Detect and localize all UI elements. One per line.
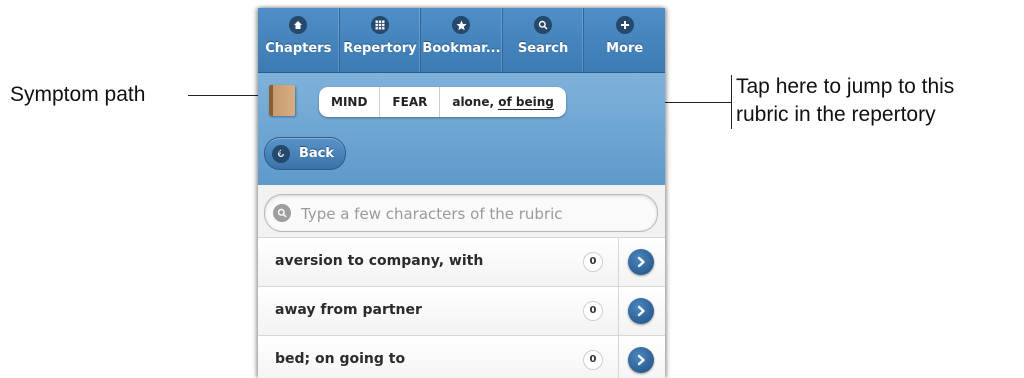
rubric-header: MIND FEAR alone, of being Back — [258, 73, 665, 185]
list-item[interactable]: aversion to company, with 0 — [258, 237, 665, 286]
nav-bookmarks[interactable]: Bookmar... — [421, 8, 503, 72]
breadcrumb-segment-fear[interactable]: FEAR — [380, 87, 441, 117]
nav-chapters-label: Chapters — [265, 41, 332, 56]
breadcrumb-current-link[interactable]: of being — [498, 95, 554, 110]
chevron-right-icon[interactable] — [628, 298, 654, 324]
nav-bar: Chapters Repertory Bookmar... Search Mor… — [258, 8, 665, 73]
nav-more[interactable]: More — [584, 8, 665, 72]
nav-repertory-label: Repertory — [343, 41, 417, 56]
count-badge: 0 — [583, 350, 603, 370]
chevron-right-icon[interactable] — [628, 249, 654, 275]
breadcrumb-segment-current[interactable]: alone, of being — [440, 87, 566, 117]
breadcrumb-segment-mind[interactable]: MIND — [319, 87, 381, 117]
star-icon — [452, 16, 471, 34]
search-icon — [534, 16, 553, 34]
chapters-icon — [289, 16, 308, 34]
row-arrow-cell[interactable] — [618, 336, 665, 378]
back-arrow-icon — [272, 144, 290, 163]
search-box[interactable] — [264, 194, 658, 232]
book-icon — [269, 85, 295, 116]
row-arrow-cell[interactable] — [618, 238, 665, 286]
back-button[interactable]: Back — [264, 137, 346, 170]
row-arrow-cell[interactable] — [618, 287, 665, 335]
nav-chapters[interactable]: Chapters — [258, 8, 340, 72]
breadcrumb-current-prefix: alone, — [452, 95, 499, 109]
plus-icon — [615, 16, 634, 34]
back-button-label: Back — [299, 146, 335, 161]
nav-bookmarks-label: Bookmar... — [422, 41, 501, 56]
nav-repertory[interactable]: Repertory — [340, 8, 422, 72]
nav-more-label: More — [606, 41, 644, 56]
rubric-label: bed; on going to — [275, 351, 406, 367]
chevron-right-icon[interactable] — [628, 347, 654, 373]
nav-search-label: Search — [517, 41, 569, 56]
rubric-label: aversion to company, with — [275, 253, 484, 269]
search-band — [258, 185, 665, 237]
count-badge: 0 — [583, 252, 603, 272]
symptom-path-callout: Symptom path — [10, 83, 146, 106]
phone-screen: Chapters Repertory Bookmar... Search Mor… — [258, 8, 665, 378]
search-field-icon — [273, 204, 291, 222]
rubric-callout-line2: rubric in the repertory — [736, 103, 936, 126]
rubric-callout-line1: Tap here to jump to this — [736, 75, 955, 98]
breadcrumb[interactable]: MIND FEAR alone, of being — [319, 87, 566, 117]
rubric-list: aversion to company, with 0 away from pa… — [258, 237, 665, 378]
grid-icon — [370, 16, 389, 34]
list-item[interactable]: away from partner 0 — [258, 286, 665, 335]
rubric-search-input[interactable] — [299, 200, 643, 228]
rubric-callout-bracket — [731, 75, 732, 129]
rubric-label: away from partner — [275, 302, 422, 318]
list-item[interactable]: bed; on going to 0 — [258, 335, 665, 378]
count-badge: 0 — [583, 301, 603, 321]
nav-search[interactable]: Search — [503, 8, 585, 72]
